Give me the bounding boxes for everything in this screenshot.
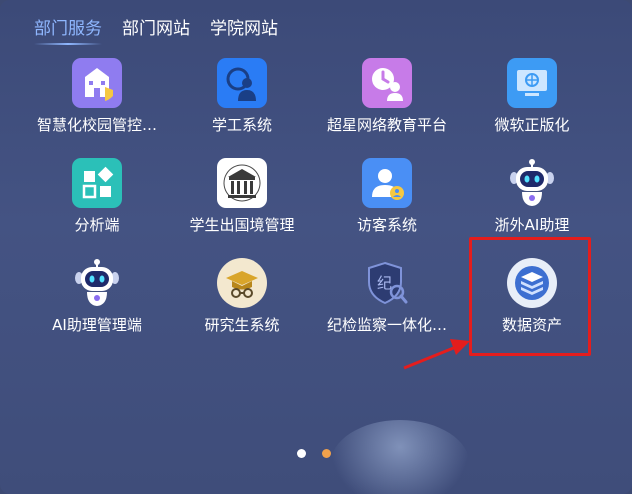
app-label: 浙外AI助理 xyxy=(494,216,570,234)
app-label: 分析端 xyxy=(74,216,120,234)
robot-icon xyxy=(72,258,122,308)
app-label: 访客系统 xyxy=(356,216,417,234)
app-label: 智慧化校园管控… xyxy=(36,116,157,134)
microsoft-monitor-icon xyxy=(507,58,557,108)
chaoxing-edu-icon xyxy=(362,58,412,108)
inspection-shield-icon: 纪 xyxy=(362,258,412,308)
app-chaoxing[interactable]: 超星网络教育平台 xyxy=(312,58,462,135)
app-visitor[interactable]: 访客系统 xyxy=(312,158,462,235)
tab-department-websites[interactable]: 部门网站 xyxy=(122,14,190,39)
app-study-abroad[interactable]: 学生出国境管理 xyxy=(167,158,317,235)
app-microsoft-licensing[interactable]: 微软正版化 xyxy=(457,58,607,135)
svg-text:纪: 纪 xyxy=(377,274,392,292)
tab-department-services[interactable]: 部门服务 xyxy=(34,14,102,45)
app-analysis[interactable]: 分析端 xyxy=(22,158,172,235)
tab-college-websites[interactable]: 学院网站 xyxy=(210,14,278,39)
app-label: 微软正版化 xyxy=(494,116,570,134)
app-student-work[interactable]: 学工系统 xyxy=(167,58,317,135)
university-building-icon xyxy=(217,158,267,208)
app-launcher-panel: 部门服务 部门网站 学院网站 智慧化校园管控… 学工系统 超星网络教育平台 微软… xyxy=(0,0,632,494)
app-ai-assistant-admin[interactable]: AI助理管理端 xyxy=(22,258,172,335)
background-glow xyxy=(330,420,470,494)
app-label: 研究生系统 xyxy=(204,316,280,334)
app-graduate-system[interactable]: 研究生系统 xyxy=(167,258,317,335)
student-work-icon xyxy=(217,58,267,108)
campus-building-icon xyxy=(72,58,122,108)
robot-icon xyxy=(507,158,557,208)
app-label: 学生出国境管理 xyxy=(189,216,295,234)
analysis-icon xyxy=(72,158,122,208)
app-label: 超星网络教育平台 xyxy=(326,116,447,134)
graduate-icon xyxy=(217,258,267,308)
app-label: 学工系统 xyxy=(211,116,272,134)
pagination-dots xyxy=(297,449,331,458)
tab-bar: 部门服务 部门网站 学院网站 xyxy=(34,14,278,45)
app-smart-campus[interactable]: 智慧化校园管控… xyxy=(22,58,172,135)
app-label: 纪检监察一体化… xyxy=(326,316,447,334)
page-dot-2-active[interactable] xyxy=(322,449,331,458)
app-discipline-inspection[interactable]: 纪 纪检监察一体化… xyxy=(312,258,462,335)
annotation-arrow xyxy=(403,339,470,370)
annotation-highlight-box xyxy=(469,237,591,356)
page-dot-1[interactable] xyxy=(297,449,306,458)
visitor-icon xyxy=(362,158,412,208)
app-label: AI助理管理端 xyxy=(52,316,142,334)
app-zisu-ai-assistant[interactable]: 浙外AI助理 xyxy=(457,158,607,235)
